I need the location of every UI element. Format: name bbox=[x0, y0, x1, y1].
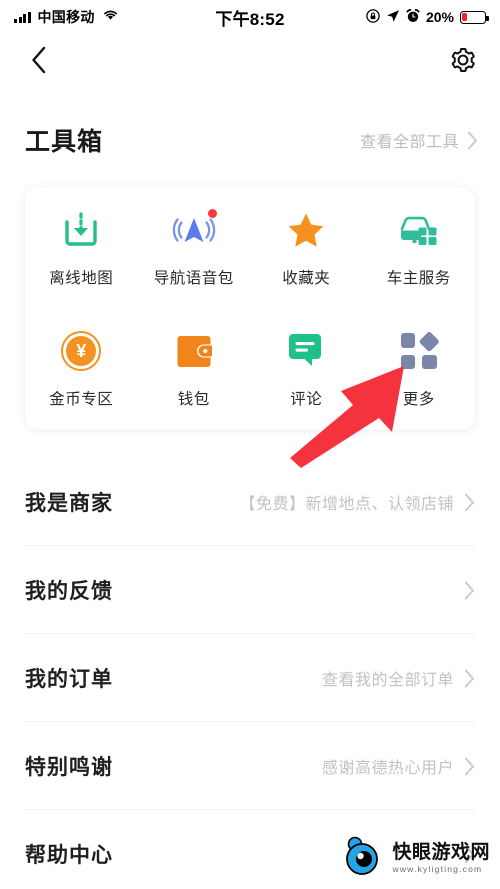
tool-item-gold-coin[interactable]: ¥ 金币专区 bbox=[25, 309, 138, 431]
row-title: 我的反馈 bbox=[25, 580, 113, 603]
page-title: 工具箱 bbox=[25, 128, 104, 156]
toolbox-header: 工具箱 查看全部工具 bbox=[0, 110, 500, 170]
chevron-right-icon bbox=[464, 581, 474, 599]
watermark-name: 快眼游戏网 bbox=[392, 842, 490, 864]
nav-bar bbox=[0, 34, 500, 86]
chevron-right-icon bbox=[464, 493, 474, 511]
tool-label: 评论 bbox=[290, 391, 323, 409]
tool-item-more[interactable]: 更多 bbox=[363, 309, 476, 431]
tool-label: 钱包 bbox=[177, 391, 210, 409]
offline-map-download-icon bbox=[59, 208, 103, 252]
settings-button[interactable] bbox=[444, 41, 482, 79]
battery-percent-label: 20% bbox=[425, 9, 454, 25]
settings-list: 我是商家 【免费】新增地点、认领店铺 我的反馈 我的订单 查看我的全部订单 特别… bbox=[0, 458, 500, 889]
tool-label: 金币专区 bbox=[49, 391, 114, 409]
gold-coin-icon: ¥ bbox=[59, 329, 103, 373]
tool-label: 更多 bbox=[402, 391, 435, 409]
more-grid-icon bbox=[397, 329, 441, 373]
row-right bbox=[454, 581, 475, 600]
tool-item-offline-map[interactable]: 离线地图 bbox=[25, 187, 138, 309]
back-chevron-icon bbox=[32, 46, 46, 74]
row-subtitle: 感谢高德热心用户 bbox=[321, 760, 454, 777]
view-all-tools-link[interactable]: 查看全部工具 bbox=[360, 128, 478, 152]
navigation-voice-icon bbox=[172, 208, 217, 252]
comment-bubble-icon bbox=[284, 329, 328, 373]
watermark-text: 快眼游戏网 www.kyligting.com bbox=[392, 843, 490, 874]
app-screen: 中国移动 下午8:52 20% 工具箱 查看全部工具 离线地图 导航语音包 收藏… bbox=[0, 0, 500, 889]
car-service-icon bbox=[397, 208, 441, 252]
tool-item-favorites[interactable]: 收藏夹 bbox=[250, 187, 363, 309]
chevron-right-icon bbox=[467, 131, 477, 149]
wallet-icon bbox=[172, 329, 216, 373]
status-bar: 中国移动 下午8:52 20% bbox=[0, 0, 500, 34]
status-right: 20% bbox=[366, 8, 489, 26]
location-arrow-icon bbox=[386, 9, 400, 26]
chevron-right-icon bbox=[464, 669, 474, 687]
chevron-right-icon bbox=[464, 757, 474, 775]
alarm-clock-icon bbox=[406, 8, 420, 26]
view-all-tools-label: 查看全部工具 bbox=[359, 134, 459, 151]
star-favorite-icon bbox=[284, 208, 328, 252]
notification-dot-badge bbox=[207, 208, 217, 218]
tool-item-comments[interactable]: 评论 bbox=[250, 309, 363, 431]
back-button[interactable] bbox=[20, 41, 58, 79]
carrier-label: 中国移动 bbox=[37, 9, 95, 25]
gear-icon bbox=[451, 47, 475, 73]
list-item-merchant[interactable]: 我是商家 【免费】新增地点、认领店铺 bbox=[25, 458, 475, 546]
row-right: 【免费】新增地点、认领店铺 bbox=[239, 490, 475, 514]
tool-item-navigation-voice[interactable]: 导航语音包 bbox=[138, 187, 251, 309]
list-item-thanks[interactable]: 特别鸣谢 感谢高德热心用户 bbox=[25, 722, 475, 810]
eye-logo-icon bbox=[340, 834, 386, 883]
tool-label: 导航语音包 bbox=[153, 269, 234, 287]
tool-item-car-service[interactable]: 车主服务 bbox=[363, 187, 476, 309]
row-right: 感谢高德热心用户 bbox=[322, 754, 475, 778]
tool-item-wallet[interactable]: 钱包 bbox=[138, 309, 251, 431]
row-title: 我的订单 bbox=[25, 668, 113, 691]
list-item-orders[interactable]: 我的订单 查看我的全部订单 bbox=[25, 634, 475, 722]
row-right: 查看我的全部订单 bbox=[322, 666, 475, 690]
list-item-feedback[interactable]: 我的反馈 bbox=[25, 546, 475, 634]
row-title: 我是商家 bbox=[25, 492, 113, 515]
tool-label: 收藏夹 bbox=[282, 269, 331, 287]
rotation-lock-icon bbox=[366, 8, 380, 26]
row-title: 帮助中心 bbox=[25, 844, 113, 867]
watermark: 快眼游戏网 www.kyligting.com bbox=[340, 834, 490, 883]
toolbox-card: 离线地图 导航语音包 收藏夹 车主服务 ¥ 金币专区 钱包 评论 更多 bbox=[25, 187, 475, 430]
row-title: 特别鸣谢 bbox=[25, 756, 113, 779]
row-subtitle: 查看我的全部订单 bbox=[321, 672, 454, 689]
toolbox-grid: 离线地图 导航语音包 收藏夹 车主服务 ¥ 金币专区 钱包 评论 更多 bbox=[25, 187, 475, 430]
row-subtitle: 【免费】新增地点、认领店铺 bbox=[239, 496, 454, 513]
tool-label: 离线地图 bbox=[49, 269, 114, 287]
tool-label: 车主服务 bbox=[386, 269, 451, 287]
watermark-url: www.kyligting.com bbox=[392, 864, 483, 875]
battery-low-icon bbox=[460, 10, 489, 24]
